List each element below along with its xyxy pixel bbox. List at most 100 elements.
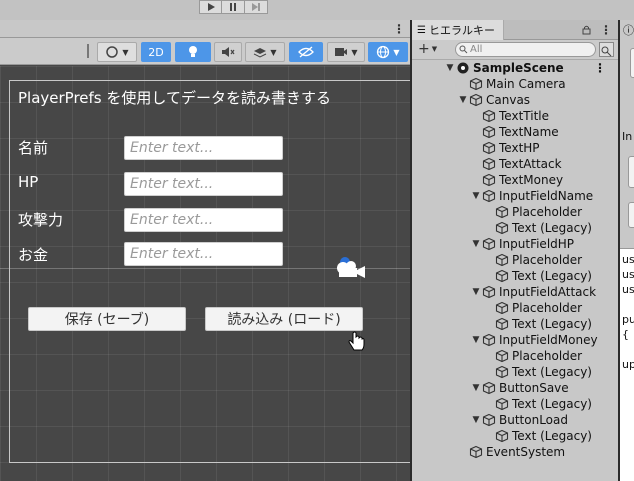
hierarchy-item[interactable]: Placeholder [483, 300, 582, 316]
hierarchy-item[interactable]: Placeholder [483, 252, 582, 268]
gizmo-globe-icon [377, 45, 390, 59]
gameobject-cube-icon [482, 381, 496, 395]
money-input[interactable]: Enter text... [124, 242, 283, 266]
gameobject-cube-icon [482, 413, 496, 427]
chevron-down-icon: ▼ [393, 47, 400, 57]
hierarchy-item-label: TextMoney [499, 173, 564, 187]
hierarchy-item[interactable]: ▼ InputFieldHP [470, 236, 575, 252]
attack-input[interactable]: Enter text... [124, 208, 283, 232]
light-bulb-icon [189, 46, 197, 57]
more-options-icon[interactable]: ⋮ [393, 23, 405, 35]
2d-toggle[interactable]: 2D [141, 42, 171, 62]
expand-arrow-icon[interactable]: ▼ [470, 415, 482, 425]
scene-view[interactable]: ⋮ ▼ 2D ▼ ▼ ▼ PlayerPrefs を使用してデータを読み書きする… [0, 20, 410, 481]
pause-button[interactable] [222, 0, 245, 14]
tab-hierarchy[interactable]: ☰ ヒエラルキー [412, 20, 504, 40]
gameobject-cube-icon [482, 173, 496, 187]
camera-dropdown[interactable]: ▼ [327, 42, 365, 62]
chevron-down-icon: ▼ [431, 45, 438, 53]
hp-label: HP [18, 173, 39, 191]
expand-arrow-icon[interactable]: ▼ [470, 191, 482, 201]
play-toolbar [0, 0, 634, 20]
hierarchy-item-label: Placeholder [512, 253, 583, 267]
hierarchy-item[interactable]: Text (Legacy) [483, 396, 592, 412]
search-filter-button[interactable] [599, 42, 614, 57]
hierarchy-item-label: Text (Legacy) [512, 365, 592, 379]
hierarchy-item-label: Text (Legacy) [512, 269, 592, 283]
inspector-field-box [628, 156, 634, 188]
gameobject-cube-icon [482, 109, 496, 123]
gizmos-dropdown[interactable]: ▼ [368, 42, 408, 62]
hierarchy-item[interactable]: ▼ SampleScene ⋮ [444, 60, 606, 76]
inspector-icon-box [630, 48, 634, 78]
hierarchy-item[interactable]: ▼ InputFieldMoney [470, 332, 598, 348]
lock-icon[interactable] [582, 25, 591, 35]
hierarchy-item[interactable]: ▼ ButtonSave [470, 380, 569, 396]
expand-arrow-icon[interactable]: ▼ [470, 239, 482, 249]
hierarchy-item-label: InputFieldMoney [499, 333, 598, 347]
play-button[interactable] [199, 0, 222, 14]
hierarchy-item[interactable]: TextTitle [470, 108, 549, 124]
hierarchy-item[interactable]: TextHP [470, 140, 540, 156]
hierarchy-item[interactable]: ▼ ButtonLoad [470, 412, 568, 428]
hierarchy-item[interactable]: Placeholder [483, 204, 582, 220]
effects-layers-icon [254, 48, 267, 58]
hierarchy-item-label: TextName [499, 125, 559, 139]
gameobject-cube-icon [495, 269, 509, 283]
hierarchy-item[interactable]: ▼ InputFieldAttack [470, 284, 597, 300]
name-input[interactable]: Enter text... [124, 136, 283, 160]
draw-mode-dropdown[interactable]: ▼ [97, 42, 137, 62]
save-button[interactable]: 保存 (セーブ) [28, 307, 186, 331]
mute-icon [222, 47, 235, 57]
shading-icon [106, 46, 119, 58]
gameobject-cube-icon [495, 397, 509, 411]
hierarchy-item[interactable]: Main Camera [457, 76, 566, 92]
hierarchy-item-label: InputFieldAttack [499, 285, 597, 299]
hierarchy-item[interactable]: ▼ InputFieldName [470, 188, 594, 204]
hierarchy-search-input[interactable]: All [455, 42, 596, 57]
expand-arrow-icon[interactable]: ▼ [444, 63, 456, 73]
money-label: お金 [18, 246, 49, 264]
hierarchy-item[interactable]: TextName [470, 124, 559, 140]
hierarchy-item-label: Placeholder [512, 301, 583, 315]
hierarchy-item[interactable]: Text (Legacy) [483, 220, 592, 236]
hierarchy-item[interactable]: Text (Legacy) [483, 364, 592, 380]
toolbar-grip[interactable] [87, 44, 89, 58]
hierarchy-item-label: SampleScene [473, 61, 564, 75]
scene-visibility-toggle[interactable] [289, 42, 323, 62]
hierarchy-item[interactable]: TextMoney [470, 172, 563, 188]
effects-dropdown[interactable]: ▼ [245, 42, 285, 62]
gameobject-cube-icon [482, 285, 496, 299]
add-label: + [418, 41, 430, 57]
expand-arrow-icon[interactable]: ▼ [470, 335, 482, 345]
hierarchy-item[interactable]: ▼ Canvas [457, 92, 531, 108]
hierarchy-item[interactable]: Placeholder [483, 348, 582, 364]
hand-cursor-icon [348, 331, 365, 351]
step-button[interactable] [245, 0, 268, 14]
lighting-toggle[interactable] [175, 42, 211, 62]
hierarchy-item[interactable]: Text (Legacy) [483, 428, 592, 444]
hp-input[interactable]: Enter text... [124, 172, 283, 196]
audio-toggle[interactable] [214, 42, 242, 62]
gameobject-cube-icon [495, 429, 509, 443]
hierarchy-item[interactable]: Text (Legacy) [483, 316, 592, 332]
gameobject-cube-icon [482, 189, 496, 203]
expand-arrow-icon[interactable]: ▼ [470, 287, 482, 297]
hierarchy-item[interactable]: Text (Legacy) [483, 268, 592, 284]
load-button[interactable]: 読み込み (ロード) [205, 307, 363, 331]
inspector-tab-partial[interactable]: ⓘ [623, 22, 634, 38]
hierarchy-item-label: ButtonLoad [499, 413, 568, 427]
code-preview: us us us pu {up [620, 248, 634, 481]
more-options-icon[interactable]: ⋮ [594, 61, 606, 75]
camera-gizmo-icon[interactable] [333, 254, 367, 282]
gameobject-cube-icon [495, 365, 509, 379]
gameobject-cube-icon [495, 301, 509, 315]
hierarchy-toolbar: + ▼ All [412, 40, 618, 60]
more-options-icon[interactable]: ⋮ [600, 24, 612, 36]
hierarchy-item[interactable]: EventSystem [457, 444, 565, 460]
hierarchy-item[interactable]: TextAttack [470, 156, 562, 172]
expand-arrow-icon[interactable]: ▼ [457, 95, 469, 105]
gameobject-cube-icon [482, 237, 496, 251]
expand-arrow-icon[interactable]: ▼ [470, 383, 482, 393]
add-button[interactable]: + ▼ [418, 42, 437, 56]
